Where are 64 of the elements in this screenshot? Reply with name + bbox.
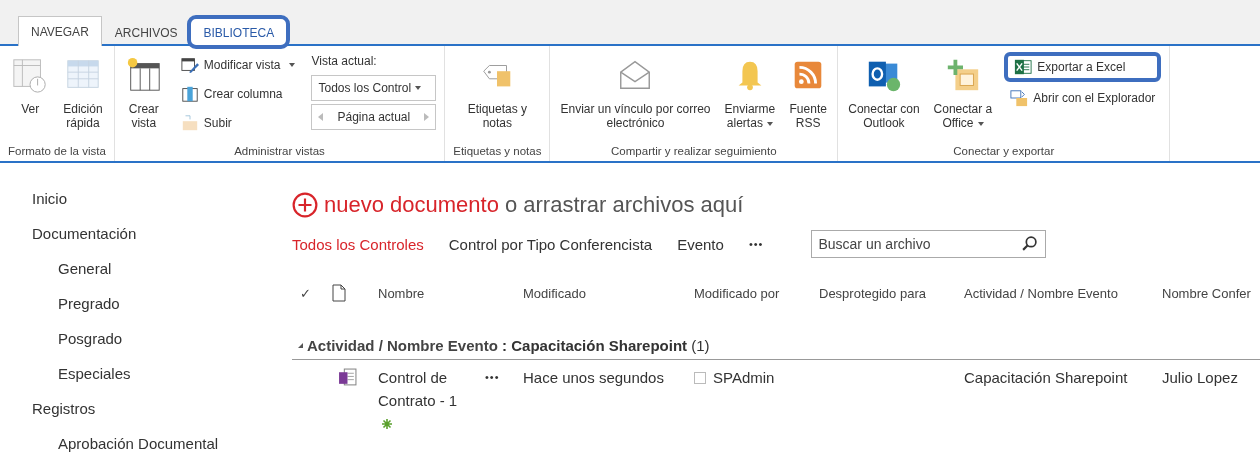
ribbon-button[interactable]: Etiquetas y notas (465, 50, 529, 130)
search-icon (1021, 235, 1039, 252)
column-header[interactable]: Modificado (523, 285, 694, 301)
more-button[interactable]: ••• (485, 366, 523, 435)
next-icon (424, 113, 430, 121)
group-label: Etiquetas y notas (453, 144, 542, 159)
table-cell-text: Julio Lopez (1162, 368, 1239, 388)
view-link[interactable]: Todos los Controles (292, 235, 424, 253)
column-header[interactable]: Nombre Confer (1162, 285, 1260, 301)
view-link[interactable]: Evento (677, 235, 724, 253)
group-header: Actividad / Nombre Evento : Capacitación Sharepoint (1) (307, 336, 710, 354)
search-field[interactable]: Buscar un archivo (811, 230, 1047, 258)
column-header[interactable]: Desprotegido para (819, 285, 964, 301)
view-select[interactable]: Todos los Control (311, 75, 437, 101)
ribbon-button[interactable]: Subir (174, 110, 302, 136)
nav-link[interactable]: General (32, 259, 292, 294)
group-label: Compartir y realizar seguimiento (610, 144, 778, 159)
select-all-check[interactable]: ✓ (292, 285, 332, 301)
group-label: Administrar vistas (233, 144, 326, 159)
table-cell-text: SPAdmin (713, 368, 775, 388)
ribbon-button[interactable]: Conectar a Office (931, 50, 995, 130)
ribbon-tab[interactable]: ARCHIVOS (101, 18, 191, 46)
nav-link[interactable]: Especiales (32, 364, 292, 399)
ribbon-button[interactable]: Enviar un vínculo por correo electrónico (558, 50, 713, 130)
ribbon-button[interactable]: Ver (9, 50, 52, 116)
ribbon-button[interactable]: Modificar vista (174, 52, 302, 78)
nav-link[interactable]: Inicio (32, 189, 292, 224)
presence-icon (694, 371, 706, 384)
ribbon-button[interactable]: Enviarme alertas (722, 50, 778, 130)
more-button[interactable]: ••• (748, 238, 764, 250)
ribbon-button[interactable]: Edición rápida (61, 50, 105, 130)
page-pager[interactable]: Página actual (311, 104, 437, 130)
ribbon-button[interactable]: Abrir con el Explorador (1004, 85, 1162, 111)
nav-link[interactable]: Aprobación Documental (32, 434, 292, 466)
table-cell-text: Capacitación Sharepoint (964, 368, 1129, 388)
drop-hint: o arrastrar archivos aquí (504, 192, 744, 218)
caret-icon (415, 86, 422, 90)
add-icon (292, 192, 318, 218)
ribbon-tab[interactable]: NAVEGAR (18, 16, 102, 46)
new-document-link[interactable]: nuevo documento (324, 192, 499, 218)
file-icon (338, 368, 357, 387)
column-icon (180, 85, 199, 103)
group-label: Formato de la vista (8, 144, 106, 159)
column-header[interactable]: Modificado por (694, 285, 819, 301)
column-header[interactable]: Nombre (378, 285, 523, 301)
nav-link[interactable]: Posgrado (32, 329, 292, 364)
document-icon (332, 284, 346, 302)
nav-link[interactable]: Pregrado (32, 294, 292, 329)
nav-link[interactable]: Registros (32, 399, 292, 434)
ribbon-button[interactable]: Crear columna (174, 81, 302, 107)
column-header[interactable]: Actividad / Nombre Evento (964, 285, 1162, 301)
nav-link[interactable]: Documentación (32, 224, 292, 259)
ribbon-button[interactable]: Fuente RSS (787, 50, 830, 130)
view-caption: Vista actual: (311, 53, 378, 70)
collapse-icon[interactable] (298, 342, 303, 348)
table-cell-text: Hace unos segundos (523, 368, 665, 388)
view-link[interactable]: Control por Tipo Conferencista (448, 235, 653, 253)
group-label: Conectar y exportar (952, 144, 1056, 159)
ribbon-button[interactable]: Crear vista (122, 50, 165, 130)
ribbon-button[interactable]: Conectar con Outlook (846, 50, 922, 130)
ribbon-tab[interactable]: BIBLIOTECA (190, 18, 288, 46)
file-name-link[interactable]: Control de Contrato - 1 (378, 366, 458, 435)
previous-icon (318, 113, 324, 121)
ribbon-button[interactable]: Exportar a Excel (1004, 52, 1162, 82)
